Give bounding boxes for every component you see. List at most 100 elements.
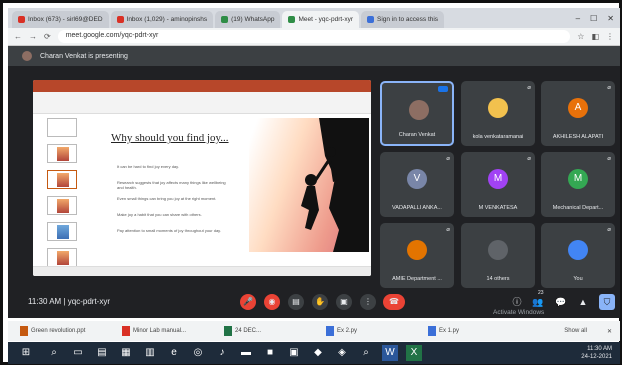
participant-name: kola venkataramanai xyxy=(472,134,524,140)
close-icon[interactable]: ✕ xyxy=(607,14,614,23)
participant-tile[interactable]: ⌀ M M VENKATESA xyxy=(461,152,535,217)
close-downloads-icon[interactable]: ✕ xyxy=(607,328,620,335)
browser-tab[interactable]: Inbox (1,029) - aminopinshs xyxy=(110,11,214,28)
app-icon[interactable]: ◈ xyxy=(334,345,350,361)
mic-toggle-button[interactable]: 🎤 xyxy=(240,294,256,310)
download-item[interactable]: Ex 1.py xyxy=(428,326,518,336)
tab-label: Meet - yqc-pdrt-xyr xyxy=(298,16,353,23)
activities-icon[interactable]: ▲ xyxy=(575,294,591,310)
mic-off-icon: ⌀ xyxy=(446,227,450,233)
self-avatar xyxy=(568,240,588,260)
download-item[interactable]: Green revolution.ppt xyxy=(20,326,110,336)
slide-thumbnails xyxy=(35,116,91,272)
menu-icon[interactable]: ⋮ xyxy=(606,32,614,41)
participant-name: AKHILESH ALAPATI xyxy=(552,134,604,140)
participant-avatar: M xyxy=(568,169,588,189)
slide-thumbnail xyxy=(47,222,77,241)
mic-off-icon: ⌀ xyxy=(607,156,611,162)
windows-start-icon[interactable]: ⊞ xyxy=(18,345,34,361)
meet-icon xyxy=(288,16,296,23)
store-icon[interactable]: ▦ xyxy=(118,345,134,361)
present-button[interactable]: ▣ xyxy=(336,294,352,310)
more-options-button[interactable]: ⋮ xyxy=(360,294,376,310)
search-icon[interactable]: ⌕ xyxy=(46,345,62,361)
clock-time: 11:30 AM xyxy=(587,346,612,352)
minimize-icon[interactable]: – xyxy=(576,14,580,23)
word-icon[interactable]: W xyxy=(382,345,398,361)
chrome-icon[interactable]: ◎ xyxy=(190,345,206,361)
participant-count-badge: 23 xyxy=(538,290,544,296)
slide-thumbnail xyxy=(47,248,77,267)
app-icon[interactable]: ♪ xyxy=(214,345,230,361)
windows-taskbar: ⊞ ⌕ ▭ ▤ ▦ ▥ e ◎ ♪ ▬ ■ ▣ ◆ ◈ ⌕ W X 11:30 … xyxy=(8,342,620,364)
browser-tab-active[interactable]: Meet - yqc-pdrt-xyr xyxy=(282,11,359,28)
participant-tile[interactable]: Charan Venkat xyxy=(380,81,454,146)
slide-thumbnail-selected xyxy=(47,170,77,189)
participant-name: VADAPALLI ANKA... xyxy=(392,205,442,211)
window-controls: – ☐ ✕ xyxy=(570,14,620,28)
self-tile[interactable]: ⌀ You xyxy=(541,223,615,288)
extensions-icon[interactable]: ◧ xyxy=(591,32,599,41)
meet-window: Charan Venkat is presenting Why should y… xyxy=(8,46,620,318)
others-avatars-icon xyxy=(488,240,508,260)
task-view-icon[interactable]: ▭ xyxy=(70,345,86,361)
participant-avatar xyxy=(409,100,429,120)
browser-tab[interactable]: (19) WhatsApp xyxy=(215,11,281,28)
participant-tile[interactable]: ⌀ V VADAPALLI ANKA... xyxy=(380,152,454,217)
calendar-icon[interactable]: ▥ xyxy=(142,345,158,361)
meeting-time: 11:30 AM xyxy=(28,297,62,306)
presenter-avatar-icon xyxy=(22,51,32,61)
download-item[interactable]: Ex 2.py xyxy=(326,326,416,336)
participant-tile[interactable]: ⌀ kola venkataramanai xyxy=(461,81,535,146)
participant-name: Charan Venkat xyxy=(398,132,436,138)
people-icon[interactable]: 👥 xyxy=(530,294,546,310)
reload-icon[interactable]: ⟳ xyxy=(44,32,51,41)
powerpoint-titlebar xyxy=(33,80,371,92)
captions-button[interactable]: ▤ xyxy=(288,294,304,310)
presenting-text: Charan Venkat is presenting xyxy=(40,52,128,60)
url-field[interactable]: meet.google.com/yqc-pdrt-xyr xyxy=(57,30,571,43)
browser-tab[interactable]: Inbox (673) - sirl69@DED xyxy=(12,11,109,28)
app-icon[interactable]: ◆ xyxy=(310,345,326,361)
tab-label: (19) WhatsApp xyxy=(231,16,275,23)
page-icon xyxy=(367,16,374,23)
excel-icon[interactable]: X xyxy=(406,345,422,361)
slide-bullet: Pay attention to small moments of joy th… xyxy=(117,228,221,233)
search-app-icon[interactable]: ⌕ xyxy=(358,345,374,361)
address-bar: ← → ⟳ meet.google.com/yqc-pdrt-xyr ☆ ◧ ⋮ xyxy=(8,28,620,46)
participant-name: M VENKATESA xyxy=(478,205,518,211)
edge-icon[interactable]: e xyxy=(166,345,182,361)
participant-tile[interactable]: ⌀ AMIE Department ... xyxy=(380,223,454,288)
participant-tile[interactable]: ⌀ A AKHILESH ALAPATI xyxy=(541,81,615,146)
browser-tab[interactable]: Sign in to access this xyxy=(361,11,445,28)
others-tile[interactable]: 14 others xyxy=(461,223,535,288)
participant-tile[interactable]: ⌀ M Mechanical Depart... xyxy=(541,152,615,217)
app-icon[interactable]: ▣ xyxy=(286,345,302,361)
app-icon[interactable]: ■ xyxy=(262,345,278,361)
whatsapp-icon xyxy=(221,16,229,23)
back-icon[interactable]: ← xyxy=(14,32,22,41)
star-icon[interactable]: ☆ xyxy=(577,32,584,41)
leave-call-button[interactable]: ☎ xyxy=(383,294,405,310)
download-item[interactable]: 24 DEC... xyxy=(224,326,314,336)
download-filename: Green revolution.ppt xyxy=(31,328,86,334)
participant-avatar: V xyxy=(407,169,427,189)
meeting-time-code: 11:30 AM | yqc-pdrt-xyr xyxy=(28,297,110,306)
forward-icon[interactable]: → xyxy=(29,32,37,41)
slide-bullet: Even small things can bring you joy at t… xyxy=(117,196,217,201)
maximize-icon[interactable]: ☐ xyxy=(590,14,597,23)
file-icon xyxy=(224,326,232,336)
camera-toggle-button[interactable]: ◉ xyxy=(264,294,280,310)
climber-illustration xyxy=(249,118,369,252)
mic-off-icon: ⌀ xyxy=(527,85,531,91)
raise-hand-button[interactable]: ✋ xyxy=(312,294,328,310)
chat-icon[interactable]: 💬 xyxy=(553,294,569,310)
file-explorer-icon[interactable]: ▤ xyxy=(94,345,110,361)
meeting-details-icon[interactable]: ⓘ xyxy=(509,294,525,310)
host-controls-icon[interactable]: ⛉ xyxy=(599,294,615,310)
slide-title: Why should you find joy... xyxy=(111,132,229,144)
download-item[interactable]: Minor Lab manual... xyxy=(122,326,212,336)
tab-label: Inbox (673) - sirl69@DED xyxy=(28,16,103,23)
show-all-downloads-link[interactable]: Show all xyxy=(564,328,595,334)
app-icon[interactable]: ▬ xyxy=(238,345,254,361)
